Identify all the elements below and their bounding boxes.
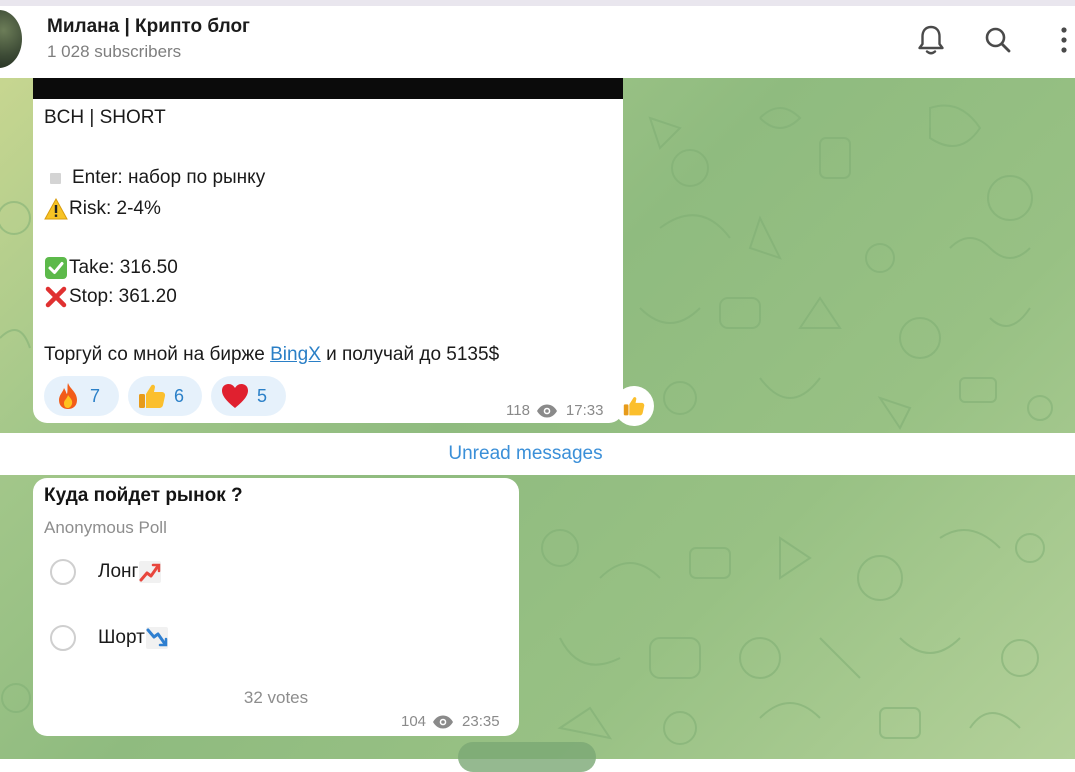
channel-avatar[interactable] bbox=[0, 10, 22, 68]
more-options-icon[interactable] bbox=[1049, 22, 1075, 58]
post-image-bottom[interactable] bbox=[33, 78, 623, 99]
post-enter-line: Enter: набор по рынку bbox=[44, 167, 265, 189]
eye-icon bbox=[536, 404, 558, 418]
bell-icon[interactable] bbox=[913, 22, 949, 58]
fire-icon bbox=[54, 382, 82, 410]
poll-time: 23:35 bbox=[462, 713, 500, 730]
post-risk-line: Risk: 2-4% bbox=[44, 197, 161, 221]
reaction-fire[interactable]: 7 bbox=[44, 376, 119, 416]
poll-question: Куда пойдет рынок ? bbox=[44, 485, 243, 506]
square-icon bbox=[50, 172, 61, 184]
chat-header: Милана | Крипто блог 1 028 subscribers bbox=[0, 6, 1075, 78]
radio-button[interactable] bbox=[50, 625, 76, 651]
check-mark-icon bbox=[44, 256, 68, 280]
post-take-line: Take: 316.50 bbox=[44, 256, 178, 280]
post-bubble[interactable] bbox=[33, 78, 623, 423]
poll-option-short[interactable]: Шорт bbox=[50, 622, 168, 654]
cross-mark-icon bbox=[44, 285, 68, 309]
subscriber-count: 1 028 subscribers bbox=[47, 42, 182, 61]
reaction-heart[interactable]: 5 bbox=[211, 376, 286, 416]
thumbs-up-icon bbox=[623, 397, 645, 416]
post-time: 17:33 bbox=[565, 402, 604, 419]
radio-button[interactable] bbox=[50, 559, 76, 585]
bingx-link[interactable]: BingX bbox=[270, 344, 321, 366]
post-views: 118 bbox=[506, 402, 530, 419]
next-message-indicator[interactable] bbox=[458, 742, 596, 772]
poll-type: Anonymous Poll bbox=[44, 518, 167, 537]
post-meta: 118 17:33 bbox=[506, 402, 603, 419]
post-stop-line: Stop: 361.20 bbox=[44, 285, 177, 309]
post-cta-line: Торгуй со мной на бирже BingX и получай … bbox=[44, 344, 500, 366]
warning-icon bbox=[44, 197, 68, 221]
chart-decreasing-icon bbox=[145, 627, 168, 649]
heart-icon bbox=[221, 382, 249, 410]
quick-reaction-button[interactable] bbox=[614, 386, 654, 426]
poll-views: 104 bbox=[401, 713, 427, 730]
unread-label: Unread messages bbox=[448, 443, 603, 464]
reaction-thumbs-up[interactable]: 6 bbox=[128, 376, 202, 416]
poll-option-long[interactable]: Лонг bbox=[50, 556, 162, 588]
poll-vote-count: 32 votes bbox=[243, 688, 309, 707]
unread-messages-divider: Unread messages bbox=[0, 433, 1075, 475]
search-icon[interactable] bbox=[980, 22, 1016, 58]
channel-title[interactable]: Милана | Крипто блог bbox=[47, 16, 250, 38]
poll-meta: 104 23:35 bbox=[401, 713, 500, 730]
chart-increasing-icon bbox=[139, 561, 162, 583]
eye-icon bbox=[432, 715, 454, 729]
post-pair-line: BCH | SHORT bbox=[44, 107, 166, 128]
thumbs-up-icon bbox=[138, 382, 166, 410]
